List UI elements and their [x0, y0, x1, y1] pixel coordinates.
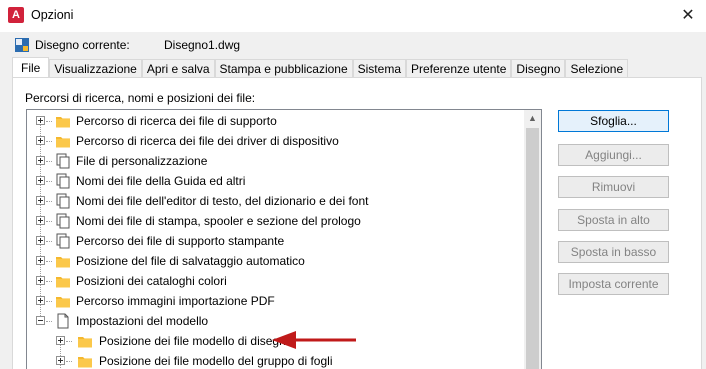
- tree-connector: [46, 301, 52, 302]
- close-button[interactable]: ✕: [676, 4, 700, 28]
- tab-apri-e-salva[interactable]: Apri e salva: [141, 59, 215, 78]
- tree-item-label: Nomi dei file di stampa, spooler e sezio…: [76, 214, 361, 228]
- tree-item-label: Posizioni dei cataloghi colori: [76, 274, 227, 288]
- move-down-button[interactable]: Sposta in basso: [558, 241, 669, 263]
- expand-icon[interactable]: [36, 136, 45, 145]
- current-drawing-name: Disegno1.dwg: [164, 38, 241, 52]
- tree-item[interactable]: File di personalizzazione: [27, 151, 527, 171]
- tab-disegno[interactable]: Disegno: [511, 59, 566, 78]
- set-current-button[interactable]: Imposta corrente: [558, 273, 669, 295]
- tree-connector: [46, 181, 52, 182]
- title-bar: A Opzioni ✕: [0, 0, 706, 32]
- tree-item-label: Posizione dei file modello di disegno: [99, 334, 293, 348]
- folder-icon: [56, 257, 70, 268]
- files-icon: [56, 173, 70, 189]
- add-button[interactable]: Aggiungi...: [558, 144, 669, 166]
- tree-item-label: Nomi dei file dell'editor di testo, del …: [76, 194, 369, 208]
- tab-sistema[interactable]: Sistema: [352, 59, 406, 78]
- tree-connector: [46, 321, 52, 322]
- tree-scrollbar[interactable]: ▲: [524, 110, 541, 369]
- drawing-file-icon: [15, 38, 29, 52]
- expand-icon[interactable]: [56, 356, 65, 365]
- tree-connector: [46, 161, 52, 162]
- tree-connector: [46, 141, 52, 142]
- tree-connector: [46, 121, 52, 122]
- search-paths-tree[interactable]: Percorso di ricerca dei file di supporto…: [26, 109, 542, 369]
- tab-preferenze-utente[interactable]: Preferenze utente: [406, 59, 512, 78]
- folder-icon: [56, 297, 70, 308]
- tree-item-label: Percorso di ricerca dei file dei driver …: [76, 134, 339, 148]
- expand-icon[interactable]: [36, 116, 45, 125]
- expand-icon[interactable]: [56, 336, 65, 345]
- tree-item-label: Impostazioni del modello: [76, 314, 209, 328]
- tree-item[interactable]: Nomi dei file della Guida ed altri: [27, 171, 527, 191]
- expand-icon[interactable]: [36, 296, 45, 305]
- tree-connector: [46, 201, 52, 202]
- search-paths-label: Percorsi di ricerca, nomi e posizioni de…: [25, 91, 256, 105]
- tree-item[interactable]: Posizioni dei cataloghi colori: [27, 271, 527, 291]
- files-icon: [56, 153, 70, 169]
- folder-icon: [56, 117, 70, 128]
- tree-item[interactable]: Percorso di ricerca dei file dei driver …: [27, 131, 527, 151]
- tree-connector: [46, 261, 52, 262]
- tree-item-label: File di personalizzazione: [76, 154, 208, 168]
- tree-item[interactable]: Posizione dei file modello del gruppo di…: [27, 351, 527, 369]
- folder-icon: [78, 357, 92, 368]
- tree-item-label: Nomi dei file della Guida ed altri: [76, 174, 246, 188]
- tree-item[interactable]: Impostazioni del modello: [27, 311, 527, 331]
- tree-item-label: Posizione dei file modello del gruppo di…: [99, 354, 333, 368]
- tab-stampa-e-pubblicazione[interactable]: Stampa e pubblicazione: [214, 59, 353, 78]
- browse-button[interactable]: Sfoglia...: [558, 110, 669, 132]
- expand-icon[interactable]: [36, 156, 45, 165]
- tree-item[interactable]: Posizione dei file modello di disegno: [27, 331, 527, 351]
- tree-connector: [46, 281, 52, 282]
- tree-item[interactable]: Percorso dei file di supporto stampante: [27, 231, 527, 251]
- tree-connector: [66, 341, 72, 342]
- files-icon: [56, 193, 70, 209]
- tab-file[interactable]: File: [12, 57, 50, 77]
- expand-icon[interactable]: [36, 176, 45, 185]
- tree-connector: [46, 221, 52, 222]
- files-icon: [56, 213, 70, 229]
- tree-connector: [66, 361, 72, 362]
- folder-icon: [56, 277, 70, 288]
- tab-visualizzazione[interactable]: Visualizzazione: [49, 59, 142, 78]
- tree-item[interactable]: Percorso immagini importazione PDF: [27, 291, 527, 311]
- expand-icon[interactable]: [36, 276, 45, 285]
- tree-item[interactable]: Posizione del file di salvataggio automa…: [27, 251, 527, 271]
- remove-button[interactable]: Rimuovi: [558, 176, 669, 198]
- current-drawing-label: Disegno corrente:: [35, 38, 130, 52]
- tree-item-label: Percorso dei file di supporto stampante: [76, 234, 285, 248]
- tree-item-label: Percorso immagini importazione PDF: [76, 294, 275, 308]
- tab-selezione[interactable]: Selezione: [565, 59, 629, 78]
- tree-item[interactable]: Nomi dei file dell'editor di testo, del …: [27, 191, 527, 211]
- files-icon: [56, 233, 70, 249]
- options-tabs: File Visualizzazione Apri e salva Stampa…: [12, 57, 629, 78]
- folder-icon: [56, 137, 70, 148]
- expand-icon[interactable]: [36, 196, 45, 205]
- folder-icon: [78, 337, 92, 348]
- scroll-up-icon[interactable]: ▲: [524, 110, 541, 127]
- tree-connector: [46, 241, 52, 242]
- scroll-thumb[interactable]: [526, 128, 539, 369]
- file-tab-panel: Percorsi di ricerca, nomi e posizioni de…: [12, 77, 702, 369]
- document-icon: [57, 313, 69, 329]
- move-up-button[interactable]: Sposta in alto: [558, 209, 669, 231]
- autocad-app-icon: A: [8, 7, 24, 23]
- tree-item[interactable]: Nomi dei file di stampa, spooler e sezio…: [27, 211, 527, 231]
- collapse-icon[interactable]: [36, 316, 45, 325]
- expand-icon[interactable]: [36, 256, 45, 265]
- tree-item-label: Percorso di ricerca dei file di supporto: [76, 114, 277, 128]
- tree-item-label: Posizione del file di salvataggio automa…: [76, 254, 305, 268]
- expand-icon[interactable]: [36, 236, 45, 245]
- window-title: Opzioni: [31, 8, 74, 22]
- tree-item[interactable]: Percorso di ricerca dei file di supporto: [27, 111, 527, 131]
- expand-icon[interactable]: [36, 216, 45, 225]
